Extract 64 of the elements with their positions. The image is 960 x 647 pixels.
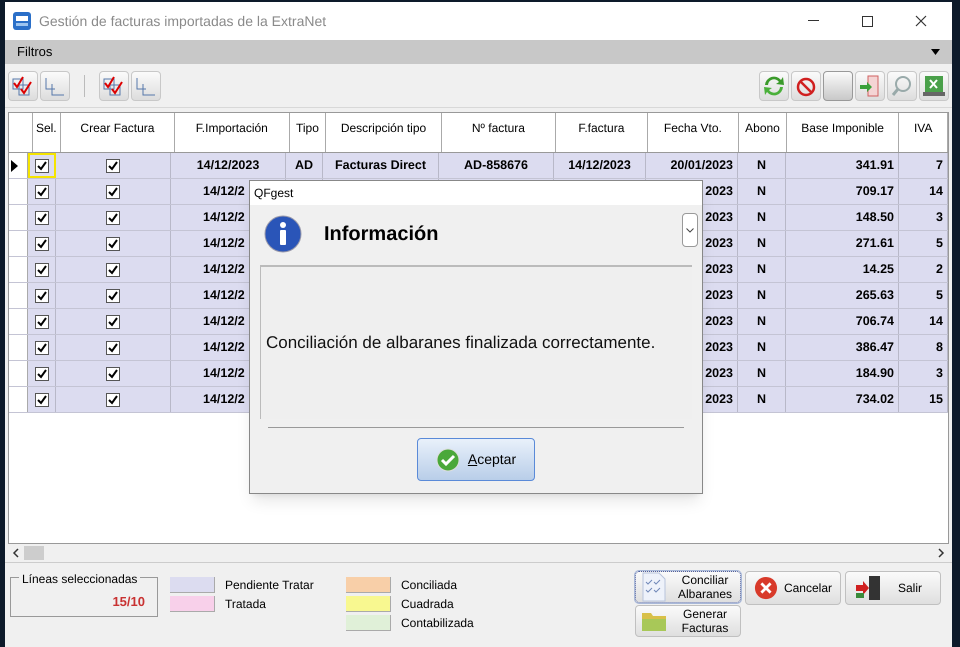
table-cell-text: 2023	[705, 365, 733, 382]
table-cell-text: N	[756, 287, 766, 304]
table-cell-text: 2	[936, 261, 943, 278]
table-cell-text: 3	[936, 365, 943, 382]
table-cell-text: 2023	[705, 235, 733, 252]
dialog-message: Conciliación de albaranes finalizada correctamente.	[266, 332, 656, 354]
table-cell-text: 148.50	[856, 209, 894, 226]
table-cell-text: 14/12/2023	[568, 157, 631, 174]
table-cell-text: 341.91	[856, 157, 894, 174]
table-cell-text: 7	[936, 157, 943, 174]
table-cell-text: 2023	[705, 391, 733, 408]
counter-value: 15/10	[112, 592, 145, 610]
table-cell-text: 734.02	[856, 391, 894, 408]
table-cell-text: 14	[929, 183, 943, 200]
table-cell-text: 386.47	[856, 339, 894, 356]
table-cell-text: N	[756, 365, 766, 382]
table-cell-text: 271.61	[856, 235, 894, 252]
table-cell-text: N	[756, 261, 766, 278]
table-cell-text: 3	[936, 209, 943, 226]
legend-label: Tratada	[225, 596, 266, 612]
table-cell-text: Facturas Direct	[334, 157, 426, 174]
table-cell-text: N	[756, 391, 766, 408]
table-cell-text: N	[756, 313, 766, 330]
table-cell-text: 2023	[705, 209, 733, 226]
table-cell-text: N	[756, 183, 766, 200]
legend-label: Conciliada	[401, 576, 458, 594]
table-cell-text: 14/12/2	[203, 391, 245, 408]
table-cell-text: 2023	[705, 339, 733, 356]
table-cell-text: 8	[936, 339, 943, 356]
window-title: Gestión de facturas importadas de la ExtraNet	[39, 12, 326, 31]
table-cell-text: 20/01/2023	[670, 157, 733, 174]
table-cell-text: 14/12/2023	[196, 157, 260, 174]
table-cell-text: 5	[936, 235, 943, 252]
table-cell-text: 14	[929, 313, 943, 330]
table-cell-text: 14/12/2	[203, 261, 245, 278]
table-cell-text: 14/12/2	[203, 339, 245, 356]
table-cell-text: 14/12/2	[203, 235, 245, 252]
table-cell-text: 14/12/2	[203, 365, 245, 382]
table-cell-text: 265.63	[856, 287, 894, 304]
table-cell-text: 2023	[705, 261, 733, 278]
table-cell-text: 706.74	[856, 313, 894, 330]
table-cell-text: 14/12/2	[203, 183, 245, 200]
table-cell-text: 14/12/2	[203, 287, 245, 304]
legend-label: Contabilizada	[401, 614, 474, 632]
table-cell-text: 14/12/2	[203, 313, 245, 330]
table-cell-text: 14/12/2	[203, 209, 245, 226]
table-cell-text: 15	[929, 391, 943, 408]
table-cell-text: N	[756, 339, 766, 356]
dialog-heading: Información	[324, 222, 438, 247]
table-cell-text: 2023	[705, 287, 733, 304]
table-cell-text: 5	[936, 287, 943, 304]
table-cell-text: AD	[294, 157, 314, 174]
table-cell-text: 2023	[705, 183, 733, 200]
table-cell-text: N	[756, 235, 766, 252]
table-cell-text: 14.25	[862, 261, 894, 278]
table-cell-text: 709.17	[856, 183, 894, 200]
table-cell-text: AD-858676	[464, 157, 528, 174]
legend-label: Cuadrada	[401, 596, 454, 612]
table-cell-text: 2023	[705, 313, 733, 330]
dialog-title: QFgest	[254, 185, 294, 202]
table-cell-text: 184.90	[856, 365, 894, 382]
legend-label: Pendiente Tratar	[225, 576, 314, 594]
table-cell-text: N	[756, 209, 766, 226]
table-cell-text: N	[756, 157, 766, 174]
